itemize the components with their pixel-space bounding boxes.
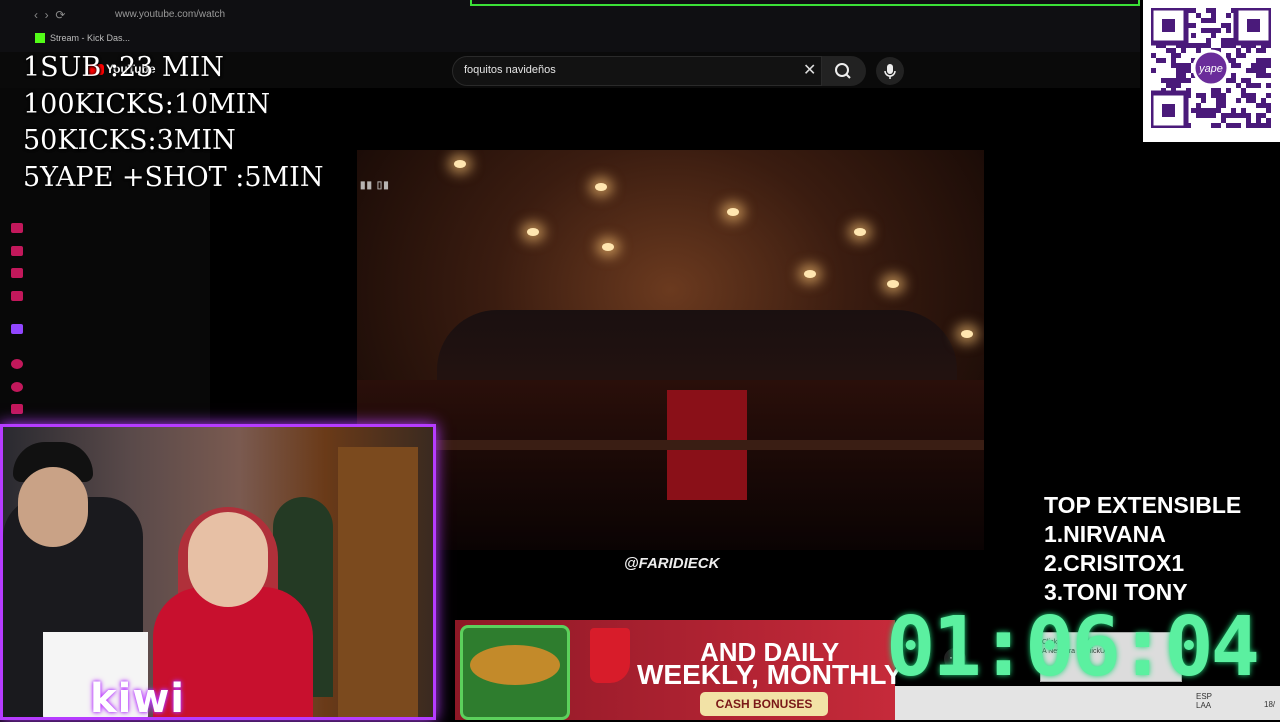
webcam-head-right <box>188 512 268 607</box>
webcam-head-left <box>18 467 88 547</box>
search-icon <box>835 63 851 79</box>
ceiling-light <box>804 270 816 278</box>
bookmark-kick[interactable]: Stream - Kick Das... <box>35 33 130 43</box>
ceiling-light <box>961 330 973 338</box>
search-query: foquitos navideños <box>464 64 556 76</box>
close-icon[interactable]: ✕ <box>803 60 816 80</box>
kick-icon <box>35 33 45 43</box>
history-icon[interactable] <box>11 223 23 233</box>
webcam-feed <box>0 424 436 720</box>
rule-line-2: 100KICKS:10MIN <box>23 89 271 120</box>
bag-icon[interactable] <box>11 246 23 256</box>
treasure-chest-icon <box>455 605 605 720</box>
back-icon[interactable]: ‹ › ⟳ <box>34 8 65 22</box>
microphone-button[interactable] <box>876 57 904 85</box>
video-watermark: @FARIDIECK <box>624 555 720 572</box>
ceiling-light <box>854 228 866 236</box>
ceiling-light <box>595 183 607 191</box>
ceiling-light <box>454 160 466 168</box>
search-button[interactable] <box>822 56 866 86</box>
rule-line-4: 5YAPE +SHOT :5MIN <box>23 162 324 193</box>
stocking-icon <box>590 628 630 683</box>
yape-qr-code: yape <box>1143 0 1280 142</box>
yape-logo-text: yape <box>1198 63 1223 75</box>
ceiling-light <box>527 228 539 236</box>
top-list-title: TOP EXTENSIBLE <box>1044 492 1242 518</box>
top-list-item: 2.CRISITOX1 <box>1044 550 1185 576</box>
twitch-icon[interactable] <box>11 324 23 334</box>
rule-line-3: 50KICKS:3MIN <box>23 125 236 156</box>
stream-timer: 01:06:04 <box>886 600 1260 695</box>
ceiling-light <box>602 243 614 251</box>
channel-logo: ▮▮ ▯▮ <box>360 180 390 191</box>
taskbar-date: 18/ <box>1264 700 1276 709</box>
webcam-door <box>338 447 418 717</box>
ceiling-light <box>727 208 739 216</box>
box-icon[interactable] <box>11 291 23 301</box>
lang-bottom: LAA <box>1196 701 1212 710</box>
top-extensible-list: TOP EXTENSIBLE 1.NIRVANA 2.CRISITOX1 3.T… <box>1044 491 1241 607</box>
video-player[interactable] <box>357 150 984 550</box>
top-list-item: 3.TONI TONY <box>1044 579 1188 605</box>
ceiling-light <box>887 280 899 288</box>
video-rail <box>357 440 984 450</box>
bookmark-label: Stream - Kick Das... <box>50 33 131 43</box>
cash-bonuses-button[interactable]: CASH BONUSES <box>700 692 828 716</box>
record-icon[interactable] <box>11 359 23 369</box>
chest-coins <box>470 645 560 685</box>
ad-headline-2: WEEKLY, MONTHLY <box>637 659 903 690</box>
streamer-logo: kiwi <box>90 676 185 722</box>
browser-chrome: ‹ › ⟳ <box>0 0 1140 52</box>
rule-line-1: 1SUB :23 MIN <box>23 52 224 83</box>
qr-code-icon: yape <box>1151 8 1271 128</box>
top-list-item: 1.NIRVANA <box>1044 521 1166 547</box>
green-frame-border <box>470 0 1140 6</box>
clock-icon[interactable] <box>11 382 23 392</box>
chat-icon[interactable] <box>11 268 23 278</box>
address-bar[interactable]: www.youtube.com/watch <box>115 9 225 20</box>
microphone-icon <box>884 64 896 79</box>
gear-icon[interactable] <box>11 404 23 414</box>
